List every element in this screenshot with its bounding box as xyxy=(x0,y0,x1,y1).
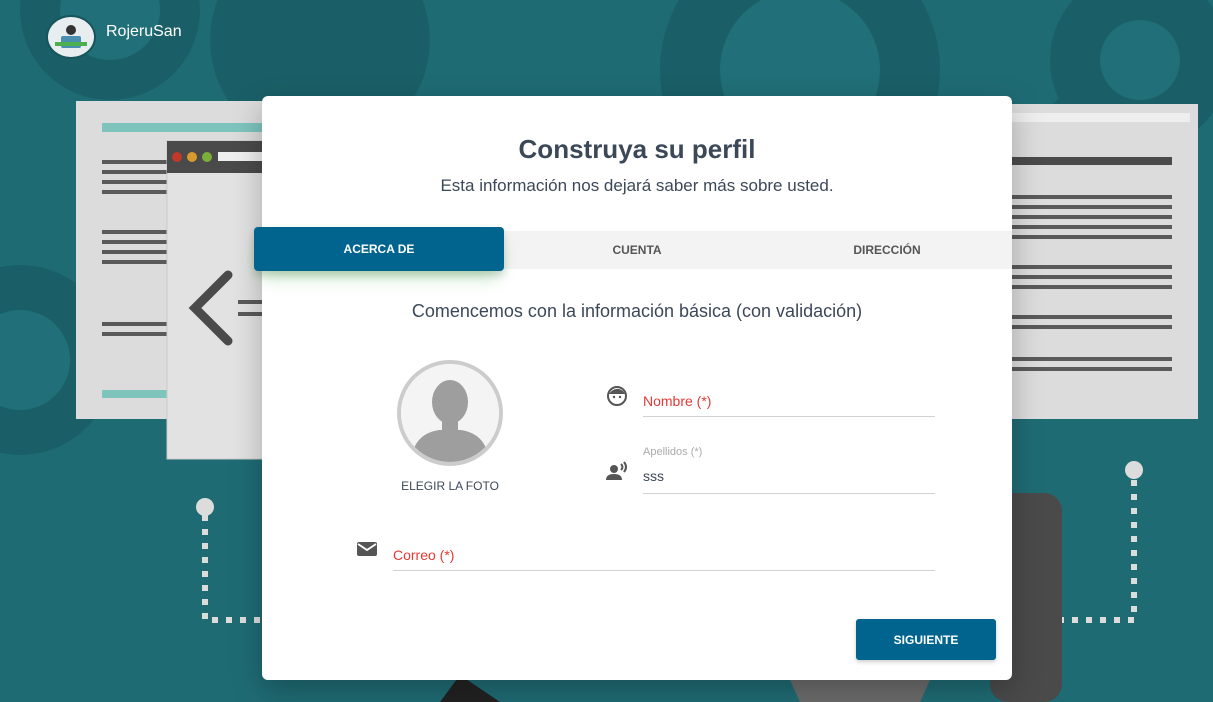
correo-field[interactable]: Correo (*) xyxy=(393,534,935,571)
page-subtitle: Esta información nos dejará saber más so… xyxy=(440,176,834,195)
apellidos-label: Apellidos (*) xyxy=(643,446,703,458)
profile-wizard-card: Construya su perfil Esta información nos… xyxy=(254,96,1012,680)
tab-acerca-de[interactable]: ACERCA DE xyxy=(254,227,504,271)
brand[interactable]: RojeruSan xyxy=(46,15,182,59)
logo xyxy=(46,15,96,59)
email-icon xyxy=(355,537,379,561)
page-title: Construya su perfil xyxy=(518,134,756,164)
correo-placeholder: Correo (*) xyxy=(393,547,455,563)
choose-photo-label: ELEGIR LA FOTO xyxy=(401,479,499,493)
brand-name: RojeruSan xyxy=(106,23,182,40)
nombre-field[interactable]: Nombre (*) xyxy=(643,381,935,417)
record-voice-icon xyxy=(605,460,629,484)
section-heading: Comencemos con la información básica (co… xyxy=(411,301,863,321)
avatar-placeholder-icon xyxy=(401,364,499,462)
face-icon xyxy=(605,384,629,408)
tab-cuenta[interactable]: CUENTA xyxy=(512,231,762,269)
apellidos-field[interactable]: Apellidos (*) sss xyxy=(643,446,935,494)
next-button[interactable]: SIGUIENTE xyxy=(856,619,996,660)
nombre-placeholder: Nombre (*) xyxy=(643,393,712,409)
tab-direccion[interactable]: DIRECCIÓN xyxy=(762,231,1012,269)
apellidos-value: sss xyxy=(643,468,664,484)
wizard-tabs: ACERCA DE CUENTA DIRECCIÓN xyxy=(254,227,1012,271)
profile-photo-picker[interactable] xyxy=(397,360,503,466)
